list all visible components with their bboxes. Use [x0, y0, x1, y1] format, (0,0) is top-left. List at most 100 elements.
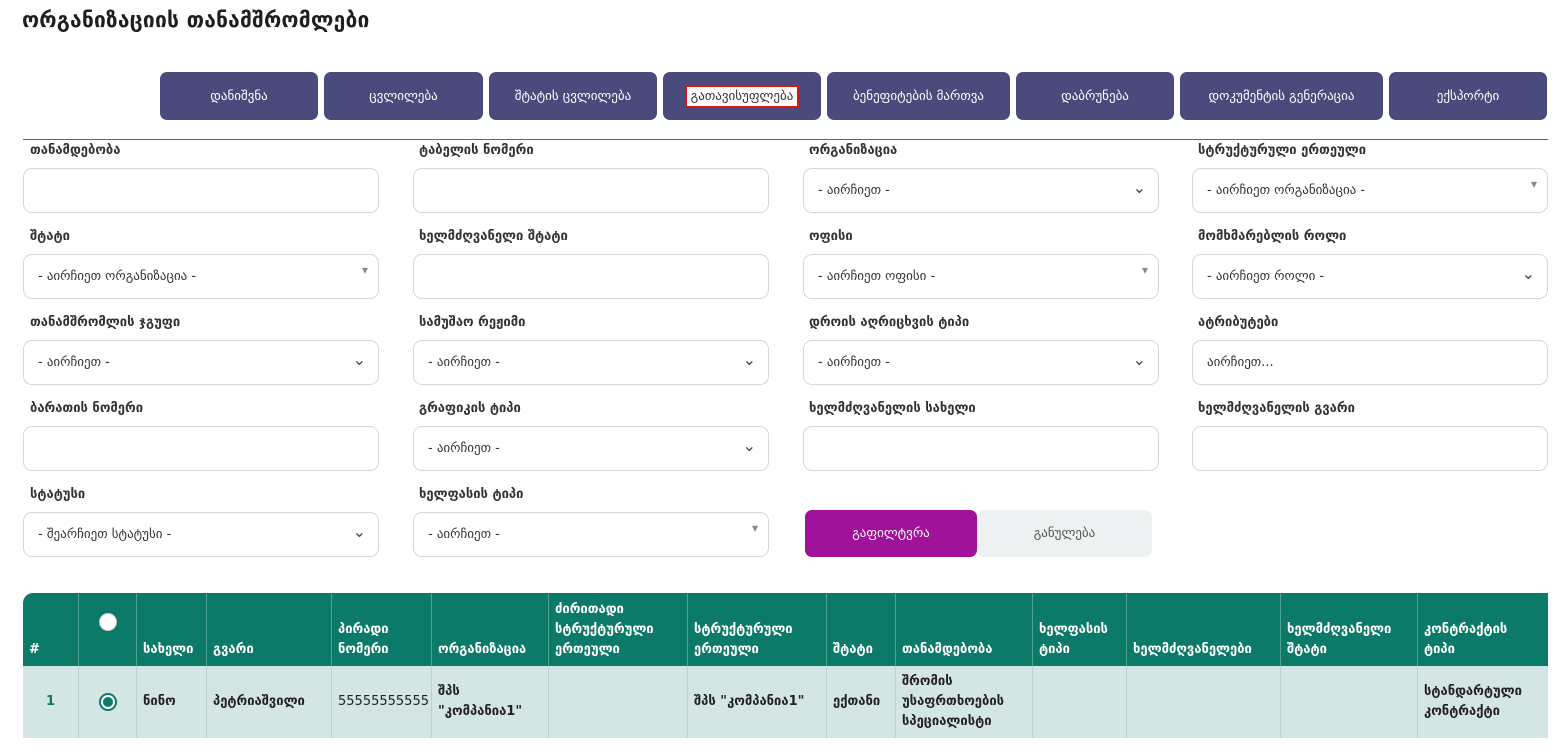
time-tracking-value: - აირჩიეთ - — [818, 355, 890, 370]
salary-type-select[interactable]: - აირჩიეთ - — [413, 512, 769, 557]
manager-staff-label: ხელმძღვანელი შტატი — [419, 229, 568, 244]
salary-type-value: - აირჩიეთ - — [428, 527, 500, 542]
appoint-button-label: დანიშვნა — [210, 88, 268, 104]
manager-surname-field[interactable] — [1207, 441, 1513, 456]
dismiss-button[interactable]: გათავისუფლება — [663, 72, 821, 120]
row-surname: პეტრიაშვილი — [207, 666, 332, 738]
office-label: ოფისი — [809, 229, 853, 244]
work-mode-select[interactable]: - აირჩიეთ - — [413, 340, 769, 385]
header-main-structural-unit: ძირითადი სტრუქტურული ერთეული — [549, 593, 688, 666]
page-title: ორგანიზაციის თანამშრომლები — [22, 8, 370, 32]
change-button-label: ცვლილება — [369, 88, 438, 104]
user-role-select[interactable]: - აირჩიეთ როლი - — [1192, 254, 1548, 299]
office-value: - აირჩიეთ ოფისი - — [818, 269, 936, 284]
header-name: სახელი — [137, 593, 207, 666]
tab-number-label: ტაბელის ნომერი — [419, 143, 534, 158]
attributes-input[interactable]: აირჩიეთ... — [1192, 340, 1548, 385]
schedule-type-label: გრაფიკის ტიპი — [419, 401, 521, 416]
divider — [23, 139, 1548, 140]
document-generation-button[interactable]: დოკუმენტის გენერაცია — [1180, 72, 1383, 120]
row-organization: შპს "კომპანია1" — [432, 666, 549, 738]
header-index: # — [23, 593, 79, 666]
select-all-radio[interactable] — [98, 612, 117, 631]
organization-select[interactable]: - აირჩიეთ - — [803, 168, 1159, 213]
row-staff: ექთანი — [827, 666, 896, 738]
filter-button[interactable]: გაფილტვრა — [805, 510, 977, 557]
position-input[interactable] — [23, 168, 379, 213]
staff-change-button-label: შტატის ცვლილება — [514, 88, 632, 104]
work-mode-label: სამუშაო რეჟიმი — [419, 315, 526, 330]
change-button[interactable]: ცვლილება — [324, 72, 483, 120]
status-label: სტატუსი — [30, 487, 86, 502]
header-select — [79, 593, 137, 666]
manager-staff-input[interactable] — [413, 254, 769, 299]
table-row[interactable]: 1 ნინო პეტრიაშვილი 55555555555 შპს "კომპ… — [23, 666, 1548, 738]
position-field[interactable] — [38, 183, 344, 198]
structural-unit-select[interactable]: - აირჩიეთ ორგანიზაცია - — [1192, 168, 1548, 213]
header-manager-staff: ხელმძღვანელი შტატი — [1281, 593, 1418, 666]
time-tracking-label: დროის აღრიცხვის ტიპი — [809, 315, 970, 330]
manager-surname-input[interactable] — [1192, 426, 1548, 471]
benefits-button[interactable]: ბენეფიტების მართვა — [827, 72, 1010, 120]
employee-group-value: - აირჩიეთ - — [38, 355, 110, 370]
card-number-label: ბარათის ნომერი — [30, 401, 144, 416]
staff-select[interactable]: - აირჩიეთ ორგანიზაცია - — [23, 254, 379, 299]
appoint-button[interactable]: დანიშვნა — [160, 72, 318, 120]
row-structural-unit: შპს "კომპანია1" — [688, 666, 827, 738]
time-tracking-select[interactable]: - აირჩიეთ - — [803, 340, 1159, 385]
document-generation-button-label: დოკუმენტის გენერაცია — [1208, 88, 1355, 104]
export-button[interactable]: ექსპორტი — [1389, 72, 1547, 120]
header-salary-type: ხელფასის ტიპი — [1033, 593, 1127, 666]
attributes-placeholder: აირჩიეთ... — [1207, 355, 1274, 370]
manager-staff-field[interactable] — [428, 269, 734, 284]
structural-unit-label: სტრუქტურული ერთეული — [1198, 143, 1367, 158]
header-organization: ორგანიზაცია — [432, 593, 549, 666]
reset-button[interactable]: განულება — [977, 510, 1152, 557]
attributes-label: ატრიბუტები — [1198, 315, 1279, 330]
row-position: შრომის უსაფრთხოების სპეციალისტი — [896, 666, 1033, 738]
staff-label: შტატი — [30, 229, 70, 244]
header-personal-number: პირადი ნომერი — [332, 593, 432, 666]
row-main-structural-unit — [549, 666, 688, 738]
user-role-label: მომხმარებლის როლი — [1198, 229, 1347, 244]
benefits-button-label: ბენეფიტების მართვა — [852, 88, 985, 104]
row-contract-type: სტანდარტული კონტრაქტი — [1424, 684, 1522, 719]
toolbar: დანიშვნა ცვლილება შტატის ცვლილება გათავი… — [160, 72, 1547, 120]
tab-number-field[interactable] — [428, 183, 734, 198]
row-name: ნინო — [137, 666, 207, 738]
row-select-radio[interactable] — [98, 693, 117, 711]
manager-name-label: ხელმძღვანელის სახელი — [809, 401, 976, 416]
status-value: - შეარჩიეთ სტატუსი - — [38, 527, 172, 542]
schedule-type-value: - აირჩიეთ - — [428, 441, 500, 456]
office-select[interactable]: - აირჩიეთ ოფისი - — [803, 254, 1159, 299]
row-select — [79, 666, 137, 738]
header-surname: გვარი — [207, 593, 332, 666]
tab-number-input[interactable] — [413, 168, 769, 213]
structural-unit-value: - აირჩიეთ ორგანიზაცია - — [1207, 183, 1366, 198]
return-button[interactable]: დაბრუნება — [1016, 72, 1174, 120]
header-contract-type: კონტრაქტის ტიპი — [1424, 622, 1508, 657]
user-role-value: - აირჩიეთ როლი - — [1207, 269, 1325, 284]
card-number-field[interactable] — [38, 441, 344, 456]
export-button-label: ექსპორტი — [1436, 88, 1500, 104]
organization-label: ორგანიზაცია — [809, 143, 898, 158]
header-managers: ხელმძღვანელები — [1127, 593, 1281, 666]
dismiss-button-label: გათავისუფლება — [684, 84, 800, 108]
staff-change-button[interactable]: შტატის ცვლილება — [489, 72, 657, 120]
manager-name-field[interactable] — [818, 441, 1124, 456]
employee-group-select[interactable]: - აირჩიეთ - — [23, 340, 379, 385]
row-manager-staff — [1281, 666, 1418, 738]
position-label: თანამდებობა — [30, 143, 121, 158]
row-managers — [1127, 666, 1281, 738]
salary-type-label: ხელფასის ტიპი — [419, 487, 524, 502]
card-number-input[interactable] — [23, 426, 379, 471]
status-select[interactable]: - შეარჩიეთ სტატუსი - — [23, 512, 379, 557]
schedule-type-select[interactable]: - აირჩიეთ - — [413, 426, 769, 471]
work-mode-value: - აირჩიეთ - — [428, 355, 500, 370]
row-index: 1 — [23, 666, 79, 738]
employee-group-label: თანამშრომლის ჯგუფი — [30, 315, 181, 330]
header-structural-unit: სტრუქტურული ერთეული — [688, 593, 827, 666]
row-salary-type — [1033, 666, 1127, 738]
manager-name-input[interactable] — [803, 426, 1159, 471]
row-personal-number: 55555555555 — [332, 666, 432, 738]
